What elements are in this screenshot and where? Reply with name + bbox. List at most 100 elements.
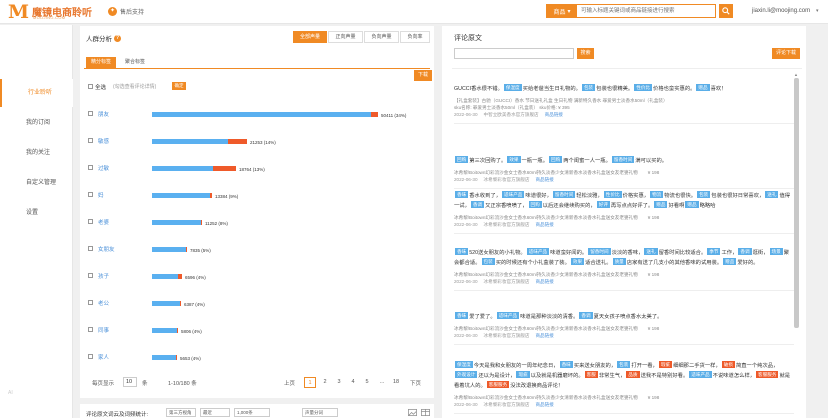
tab-positive-volume[interactable]: 正向声量	[328, 31, 363, 43]
row-checkbox[interactable]	[88, 192, 93, 197]
review-tag[interactable]: 留香时间	[588, 248, 611, 255]
review-tag[interactable]: 客服服务	[756, 371, 779, 378]
product-link[interactable]: 商品链接	[535, 402, 553, 407]
bar-positive[interactable]	[152, 166, 213, 171]
search-button[interactable]	[719, 4, 733, 18]
row-checkbox[interactable]	[88, 354, 93, 359]
review-tag[interactable]: 香味	[559, 361, 573, 368]
product-title[interactable]: 冰希黎/Boitown幻彩流沙金女士香水60ml持久淡香少女清新香水淡香水礼盒送…	[454, 326, 638, 331]
review-tag[interactable]: 性价比	[603, 191, 622, 198]
product-title[interactable]: 冰希黎/Boitown幻彩流沙金女士香水60ml持久淡香少女清新香水淡香水礼盒送…	[454, 395, 638, 400]
page-button[interactable]: 3	[333, 377, 345, 388]
review-tag[interactable]: 赠品	[685, 201, 699, 208]
shop-name[interactable]: 中智立欧美香水官方旗舰店	[484, 112, 539, 117]
bar-positive[interactable]	[152, 193, 210, 198]
tab-negative-volume[interactable]: 负向声量	[364, 31, 399, 43]
search-type-select[interactable]: 商品 ▾	[547, 5, 577, 17]
sidebar-item-industry-listening[interactable]: 行业聆听	[0, 79, 73, 107]
page-button[interactable]: 5	[361, 377, 373, 388]
page-button[interactable]: 4	[347, 377, 359, 388]
product-title[interactable]: 【礼盒套装】古驰（GUCCI）香水 节日送礼礼盒 生日礼物 满新特久香水 罪爱男…	[454, 98, 668, 103]
shop-name[interactable]: 冰希黎彩妆官方旗舰店	[484, 177, 530, 182]
review-tag[interactable]: 性价比	[634, 84, 653, 91]
sidebar-item-custom-management[interactable]: 自定义管理	[0, 169, 73, 197]
review-tag[interactable]: 效果	[570, 258, 585, 265]
review-tag[interactable]: 留香时间	[611, 156, 635, 163]
row-checkbox[interactable]	[88, 327, 93, 332]
bar-negative[interactable]	[201, 220, 202, 225]
product-link[interactable]: 商品链接	[535, 177, 553, 182]
bar-positive[interactable]	[152, 112, 371, 117]
review-tag[interactable]: 物流	[650, 191, 664, 198]
crowd-label[interactable]: 同事	[98, 326, 109, 334]
review-tag[interactable]: 瑕疵	[516, 371, 530, 378]
product-title[interactable]: 冰希黎/Boitown幻彩流沙金女士香水60ml持久淡香少女清新香水淡香水礼盒送…	[454, 272, 638, 277]
review-tag[interactable]: 客服	[584, 371, 598, 378]
review-search-button[interactable]: 搜索	[577, 48, 594, 59]
review-tag[interactable]: 适味产品	[689, 371, 712, 378]
review-tag[interactable]: 外观设计	[455, 371, 478, 378]
row-checkbox[interactable]	[88, 138, 93, 143]
tab-all-volume[interactable]: 全部声量	[293, 31, 327, 43]
crowd-label[interactable]: 家人	[98, 353, 109, 361]
shop-name[interactable]: 冰希黎彩妆官方旗舰店	[484, 333, 530, 338]
page-button[interactable]: 18	[390, 377, 402, 388]
bar-negative[interactable]	[210, 193, 212, 198]
crowd-label[interactable]: 女朋友	[98, 245, 115, 253]
review-tag[interactable]: 香味	[455, 191, 469, 198]
product-link[interactable]: 商品链接	[545, 112, 563, 117]
row-checkbox[interactable]	[88, 300, 93, 305]
review-tag[interactable]: 包装	[581, 84, 596, 91]
row-checkbox[interactable]	[88, 165, 93, 170]
page-button[interactable]: 1	[304, 377, 316, 388]
download-button[interactable]: 下载	[414, 70, 432, 81]
crowd-label[interactable]: 妈	[98, 191, 104, 199]
row-checkbox[interactable]	[88, 219, 93, 224]
tab-fine-tags[interactable]: 精分标签	[86, 57, 116, 68]
review-tag[interactable]: 香调	[579, 312, 593, 319]
bar-positive[interactable]	[152, 139, 228, 144]
review-scrollbar[interactable]	[794, 78, 799, 328]
perspective-select[interactable]: 第三方视角	[166, 408, 196, 417]
review-tag[interactable]: 包装	[617, 361, 631, 368]
crowd-label[interactable]: 老婆	[98, 218, 109, 226]
select-all-checkbox[interactable]	[88, 84, 93, 89]
review-tag[interactable]: 包装	[697, 191, 711, 198]
review-tag[interactable]: 赠品	[696, 84, 710, 91]
product-title[interactable]: 冰希黎/Boitown幻彩流沙金女士香水60ml持久淡香少女清新香水淡香水礼盒送…	[454, 170, 638, 175]
bar-positive[interactable]	[152, 220, 201, 225]
shop-name[interactable]: 冰希黎彩妆官方旗舰店	[484, 222, 530, 227]
review-tag[interactable]: 回购	[455, 156, 469, 163]
crowd-label[interactable]: 孩子	[98, 272, 109, 280]
image-icon[interactable]	[408, 408, 417, 417]
segmentation-select[interactable]: 声量分词	[302, 408, 338, 417]
bar-positive[interactable]	[152, 301, 180, 306]
review-tag[interactable]: 保湿度	[503, 84, 522, 91]
crowd-label[interactable]: 敏感	[98, 137, 109, 145]
bar-negative[interactable]	[178, 274, 182, 279]
chevron-down-icon[interactable]: ▾	[816, 8, 819, 14]
user-account[interactable]: jiaxin.li@moojing.com	[752, 8, 810, 14]
tab-negative-rate[interactable]: 负向率	[400, 31, 430, 43]
review-tag[interactable]: 适味产品	[496, 312, 520, 319]
product-title[interactable]: 冰希黎/Boitown幻彩流沙金女士香水60ml持久淡香少女清新香水淡香水礼盒送…	[454, 215, 638, 220]
review-tag[interactable]: 赠品	[723, 258, 737, 265]
per-page-select[interactable]: 10	[123, 377, 137, 387]
bar-negative[interactable]	[180, 301, 181, 306]
review-tag[interactable]: 季节	[707, 248, 721, 255]
review-tag[interactable]: 适味产品	[502, 191, 525, 198]
bar-negative[interactable]	[371, 112, 378, 117]
count-select[interactable]: 1,000条	[234, 408, 270, 417]
bar-negative[interactable]	[186, 247, 187, 252]
review-search-input[interactable]	[454, 48, 574, 59]
review-tag[interactable]: 好评	[596, 201, 610, 208]
bar-negative[interactable]	[228, 139, 247, 144]
bar-positive[interactable]	[152, 274, 178, 279]
bar-negative[interactable]	[176, 355, 177, 360]
page-button[interactable]: 2	[319, 377, 331, 388]
row-checkbox[interactable]	[88, 246, 93, 251]
shop-name[interactable]: 冰希黎彩妆官方旗舰店	[484, 402, 530, 407]
review-tag[interactable]: 香味	[455, 312, 469, 319]
sidebar-item-settings[interactable]: 设置	[0, 199, 73, 227]
review-tag[interactable]: 送礼	[765, 191, 779, 198]
